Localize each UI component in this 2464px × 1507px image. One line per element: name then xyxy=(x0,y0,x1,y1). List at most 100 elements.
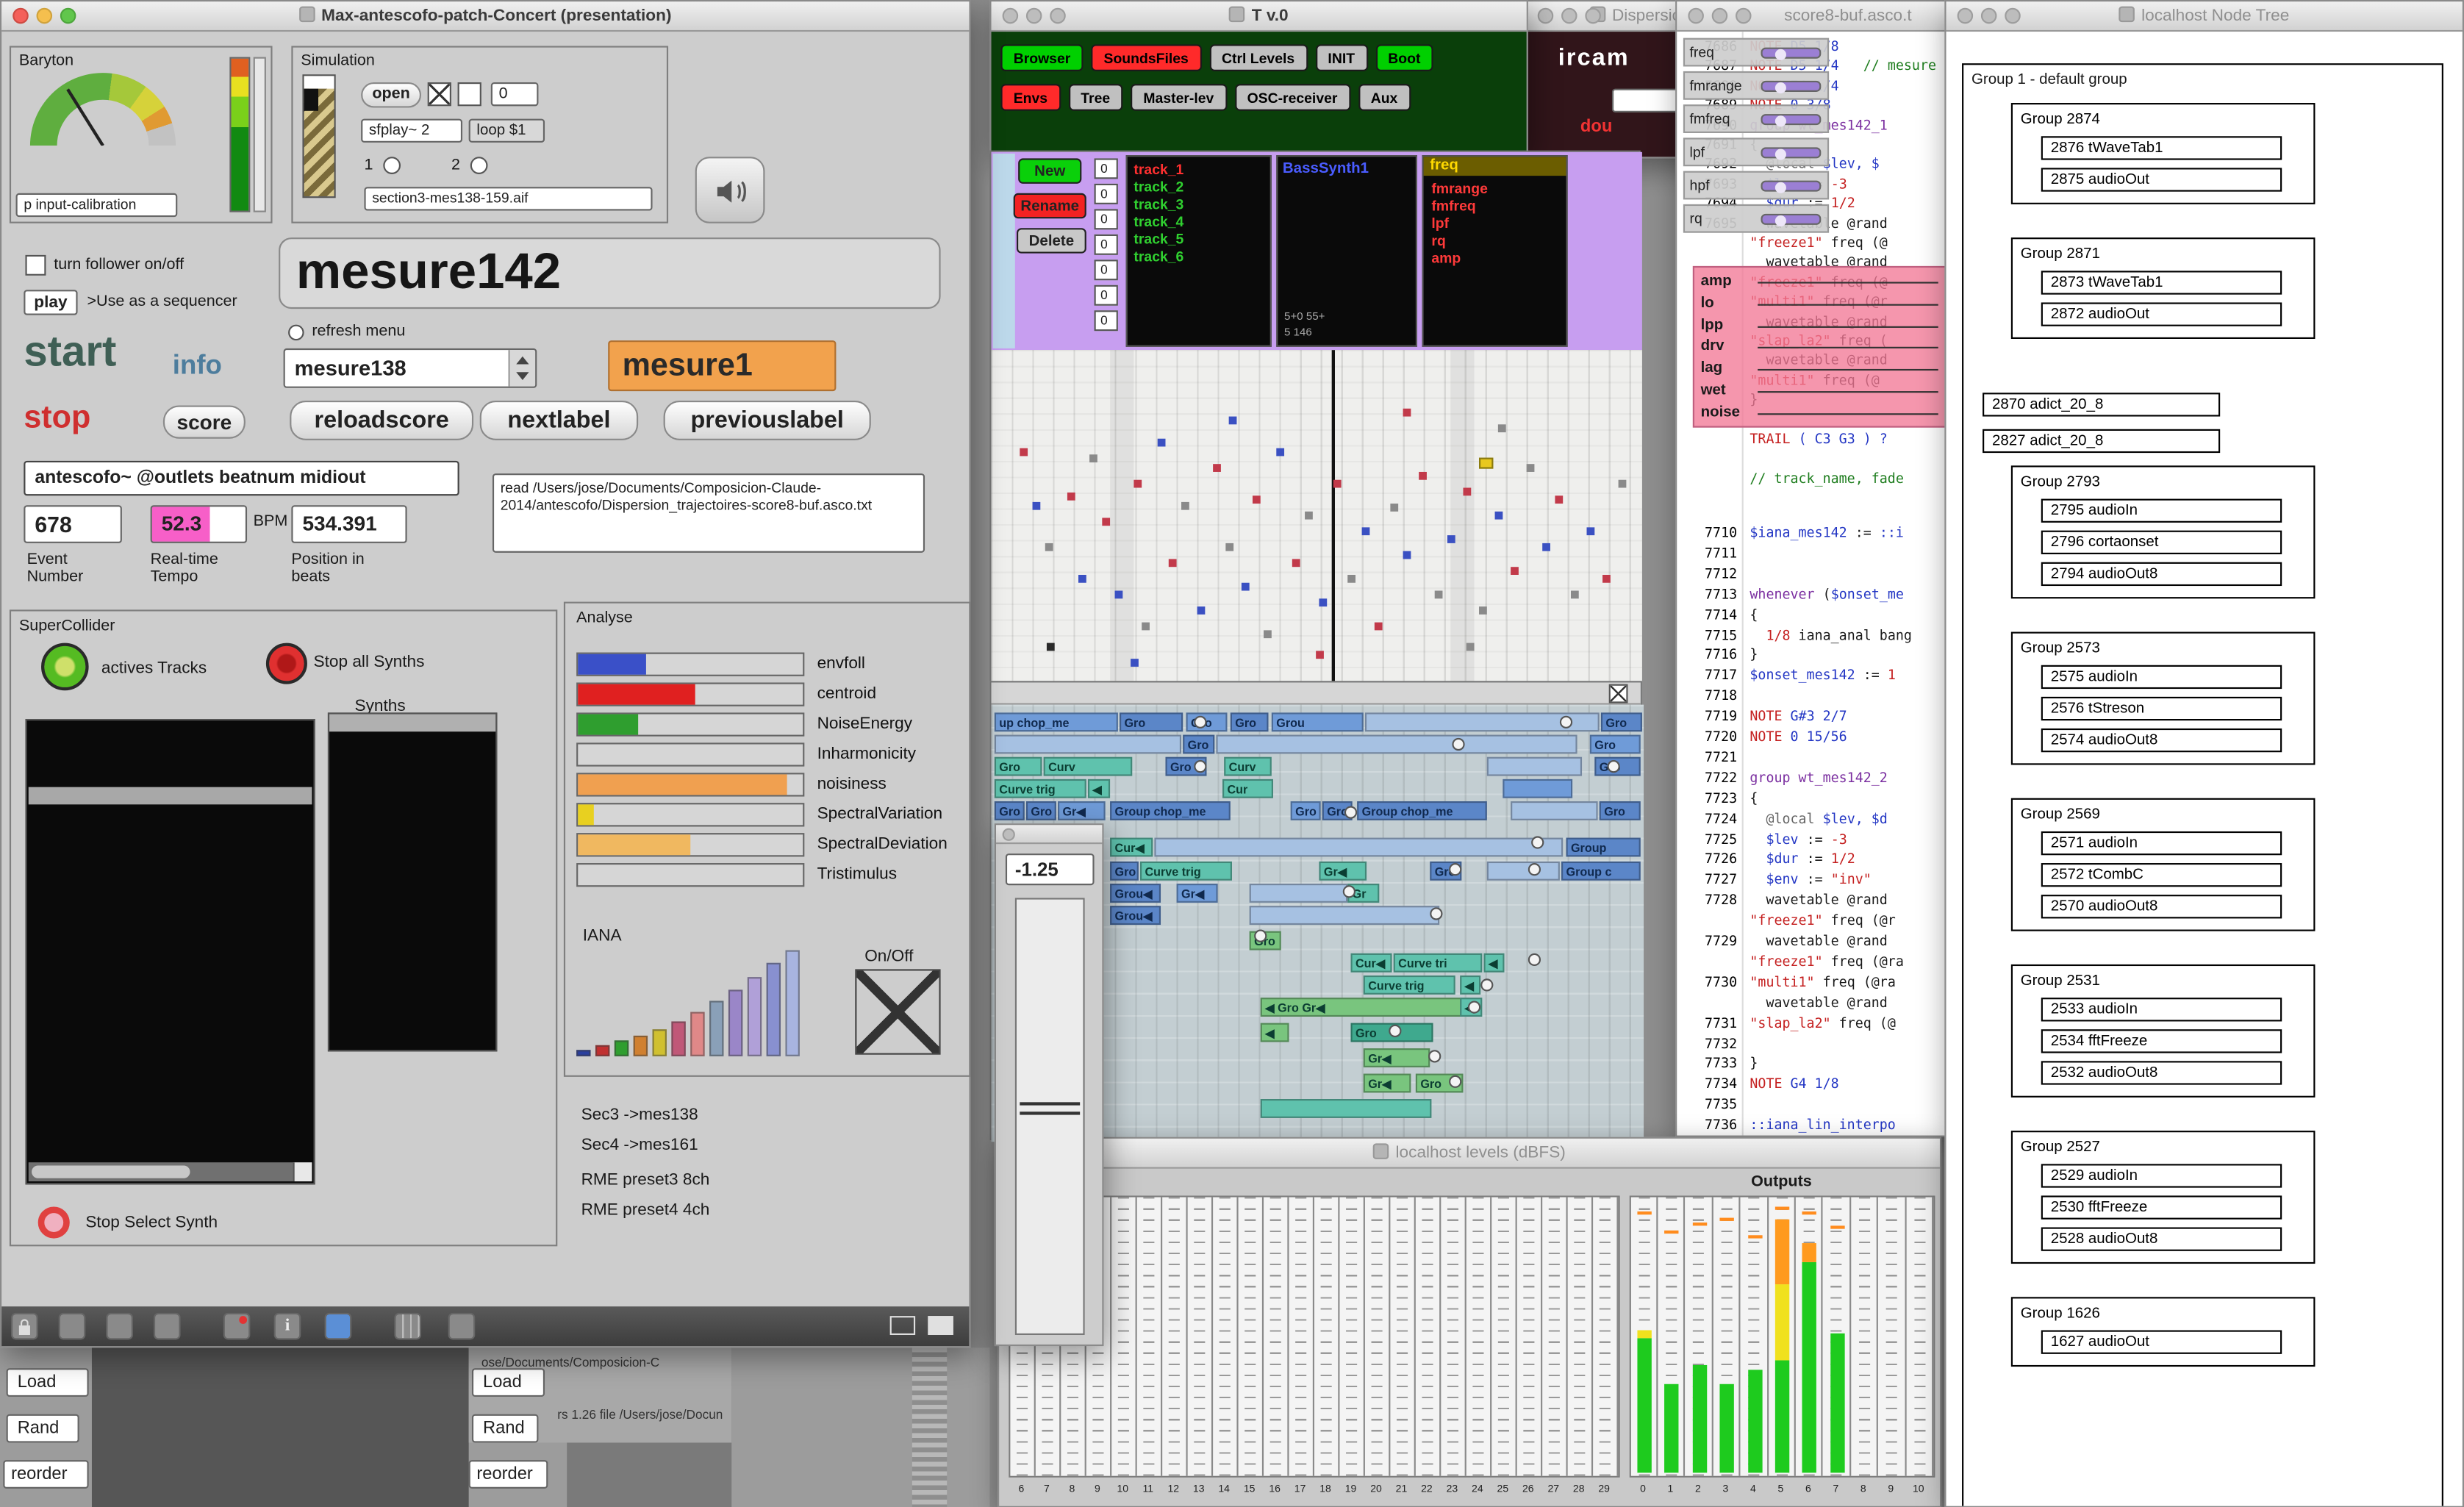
zero-number-box[interactable]: 0 xyxy=(1095,285,1118,306)
note-dot[interactable] xyxy=(1229,417,1237,425)
input-calibration-button[interactable]: p input-calibration xyxy=(16,193,178,217)
zoom-button[interactable] xyxy=(1736,8,1752,24)
track-list[interactable]: track_1track_2track_3track_4track_5track… xyxy=(1126,155,1272,347)
timeline-clip[interactable] xyxy=(1511,801,1597,820)
timeline-clip[interactable]: ◀ xyxy=(1483,953,1504,973)
note-dot[interactable] xyxy=(1316,651,1324,659)
zero-number-box[interactable]: 0 xyxy=(1095,184,1118,204)
vertical-slider[interactable] xyxy=(1015,898,1085,1335)
float-number-box[interactable]: -1.25 xyxy=(1006,853,1095,885)
antescofo-message[interactable]: antescofo~ @outlets beatnum midiout xyxy=(24,461,459,495)
load-button[interactable]: Load xyxy=(7,1368,89,1397)
timeline-clip[interactable]: up chop_me xyxy=(995,712,1118,731)
timeline-clip[interactable]: Gro xyxy=(1120,712,1183,731)
timeline-clip[interactable]: Gr◀ xyxy=(1177,884,1218,903)
t-button-oscreceiver[interactable]: OSC-receiver xyxy=(1234,84,1350,111)
timeline-clip[interactable]: Group chop_me xyxy=(1357,801,1487,820)
timeline-title-strip[interactable] xyxy=(992,682,1641,704)
note-dot[interactable] xyxy=(1169,559,1177,567)
note-dot[interactable] xyxy=(1466,643,1475,651)
load-button[interactable]: Load xyxy=(472,1368,545,1397)
timeline-clip[interactable]: Grou◀ xyxy=(1110,884,1161,903)
timeline-clip[interactable]: Group c xyxy=(1561,862,1641,881)
previouslabel-button[interactable]: previouslabel xyxy=(664,401,871,440)
note-dot[interactable] xyxy=(1435,591,1443,599)
timeline-clip[interactable]: ◀ Gro Gr◀ xyxy=(1261,998,1469,1017)
timeline-clip[interactable]: Gr◀ xyxy=(1364,1074,1411,1093)
timeline-clip[interactable] xyxy=(1487,862,1560,881)
timeline-clip[interactable]: Gro xyxy=(1291,801,1321,820)
timeline-clip[interactable]: ◀ xyxy=(1088,779,1110,798)
start-button[interactable]: start xyxy=(24,328,116,377)
close-button[interactable] xyxy=(1958,8,1974,24)
t-button-tree[interactable]: Tree xyxy=(1068,84,1122,111)
timeline-clip[interactable]: Curv xyxy=(1044,757,1133,776)
tempo-box[interactable]: 52.3 xyxy=(151,505,247,543)
scrollbar-thumb[interactable] xyxy=(32,1165,190,1178)
pink-slider[interactable] xyxy=(1758,348,1938,349)
note-dot[interactable] xyxy=(1362,527,1370,535)
t-button-ctrllevels[interactable]: Ctrl Levels xyxy=(1209,44,1308,71)
note-dot[interactable] xyxy=(1305,512,1313,520)
refresh-radio[interactable] xyxy=(288,325,304,341)
note-dot[interactable] xyxy=(1555,495,1563,504)
patching-mode-icon[interactable] xyxy=(928,1316,953,1335)
timeline-clip[interactable]: Gr◀ xyxy=(1058,801,1106,820)
timeline-clip[interactable]: Curve trig xyxy=(1364,976,1455,995)
automation-point[interactable] xyxy=(1194,760,1206,773)
timeline-clip[interactable]: Grou xyxy=(1272,712,1364,731)
note-dot[interactable] xyxy=(1403,409,1411,417)
track-item[interactable]: track_2 xyxy=(1133,179,1183,195)
measure-menu[interactable]: mesure138 xyxy=(284,348,537,388)
minimize-button[interactable] xyxy=(1561,8,1577,24)
info-button[interactable]: info xyxy=(173,350,222,382)
automation-point[interactable] xyxy=(1452,738,1464,751)
note-dot[interactable] xyxy=(1131,659,1139,667)
timeline-clip[interactable] xyxy=(1487,757,1582,776)
reorder-button[interactable]: reorder xyxy=(469,1460,548,1489)
reorder-button[interactable]: reorder xyxy=(3,1460,88,1489)
new-track-button[interactable]: New xyxy=(1018,158,1081,183)
automation-point[interactable] xyxy=(1449,1075,1461,1088)
timeline-clip[interactable] xyxy=(1250,906,1440,925)
rand-button[interactable]: Rand xyxy=(472,1414,538,1443)
note-dot[interactable] xyxy=(1115,591,1123,599)
t-button-init[interactable]: INIT xyxy=(1315,44,1367,71)
zero-number-box[interactable]: 0 xyxy=(1095,310,1118,331)
pink-slider[interactable] xyxy=(1758,369,1938,371)
actives-tracks-button[interactable] xyxy=(41,643,89,691)
note-dot[interactable] xyxy=(1142,623,1150,631)
param-item[interactable]: amp xyxy=(1431,250,1461,266)
automation-point[interactable] xyxy=(1389,1025,1401,1037)
timeline-clip[interactable] xyxy=(1216,735,1577,754)
note-dot[interactable] xyxy=(1242,583,1250,591)
zoom-button[interactable] xyxy=(1050,8,1066,24)
probe-icon[interactable] xyxy=(223,1313,251,1340)
note-dot[interactable] xyxy=(1479,606,1487,615)
note-dot[interactable] xyxy=(1333,480,1342,488)
read-message[interactable]: read /Users/jose/Documents/Composicion-C… xyxy=(493,473,925,553)
close-button[interactable] xyxy=(1003,8,1019,24)
timeline-clip[interactable]: ◀ xyxy=(1261,1023,1289,1042)
mixer-slider[interactable] xyxy=(1761,181,1821,192)
follower-checkbox[interactable] xyxy=(25,255,46,276)
note-dot[interactable] xyxy=(1067,493,1075,501)
position-box[interactable]: 534.391 xyxy=(291,505,407,543)
stop-all-synths-button[interactable] xyxy=(266,643,307,684)
nextlabel-button[interactable]: nextlabel xyxy=(480,401,638,440)
note-dot[interactable] xyxy=(1253,495,1261,504)
track-item[interactable]: track_4 xyxy=(1133,214,1183,230)
mixer-slider[interactable] xyxy=(1761,147,1821,158)
synth-box[interactable]: BassSynth1 5+0 55+ 5 146 xyxy=(1276,155,1417,347)
dial-icon[interactable] xyxy=(154,1313,181,1340)
param-item[interactable]: fmrange xyxy=(1431,181,1488,197)
patcher-icon[interactable] xyxy=(325,1313,352,1340)
zoom-button[interactable] xyxy=(1585,8,1601,24)
clipboard-icon[interactable] xyxy=(59,1313,86,1340)
note-dot[interactable] xyxy=(1292,559,1300,567)
timeline-clip[interactable] xyxy=(1261,1099,1432,1118)
timeline-clip[interactable]: Group chop_me xyxy=(1110,801,1231,820)
score-button[interactable]: score xyxy=(163,405,246,438)
grid-marker[interactable] xyxy=(1479,458,1493,469)
presentation-mode-icon[interactable] xyxy=(890,1316,915,1335)
